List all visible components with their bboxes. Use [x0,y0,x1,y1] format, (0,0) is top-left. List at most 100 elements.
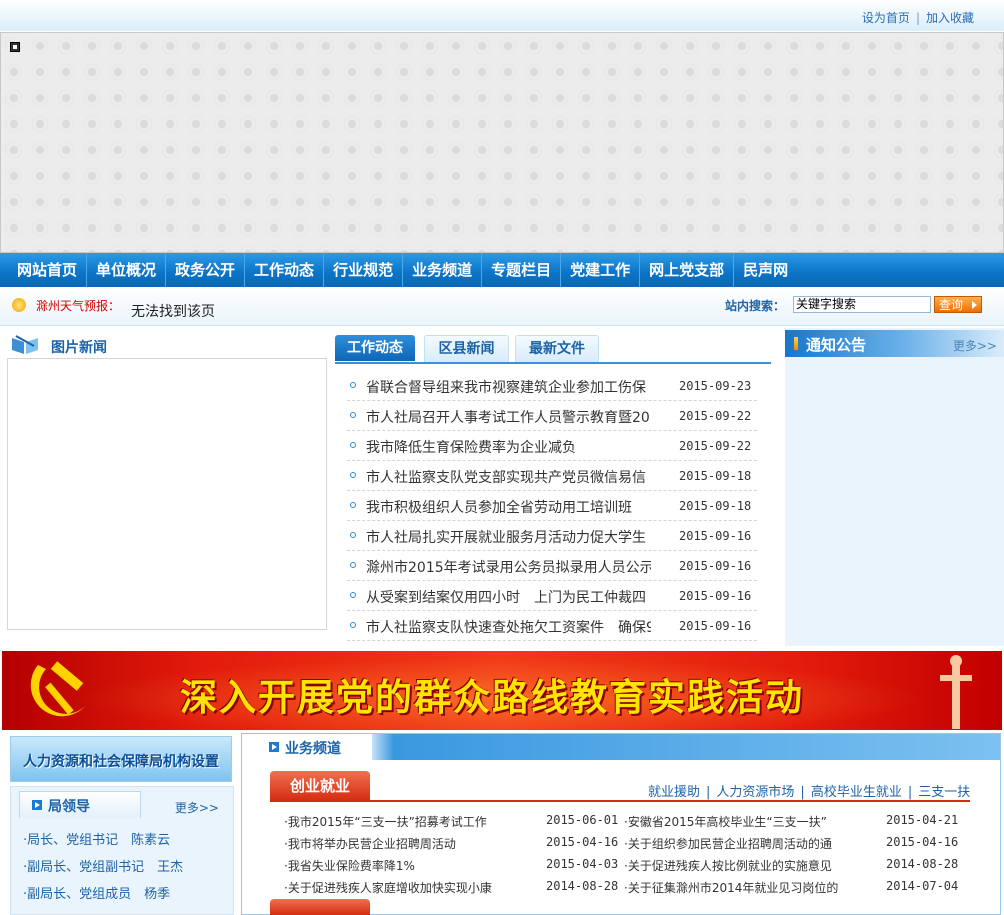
nav-item-industry-rules[interactable]: 行业规范 [324,253,404,287]
news-title[interactable]: 市人社监察支队党支部实现共产党员微信易信 [366,467,651,487]
news-item[interactable]: 市人社局召开人事考试工作人员警示教育暨20 2015-09-22 [347,401,757,431]
separator: | [907,785,913,800]
notice-more-link[interactable]: 更多>> [953,337,997,354]
bullet-icon [350,412,356,418]
news-item[interactable]: 市人社监察支队党支部实现共产党员微信易信 2015-09-18 [347,461,757,491]
graduate-employment-link[interactable]: 高校毕业生就业 [811,785,902,800]
huabiao-pillar-icon [940,655,972,729]
item-title[interactable]: ·关于征集滁州市2014年就业见习岗位的 [624,879,842,896]
news-item[interactable]: 市人社局扎实开展就业服务月活动力促大学生 2015-09-16 [347,521,757,551]
employment-aid-link[interactable]: 就业援助 [648,785,700,800]
hr-market-link[interactable]: 人力资源市场 [716,785,794,800]
nav-item-work-news[interactable]: 工作动态 [245,253,325,287]
hammer-sickle-icon [30,661,86,717]
picture-news-title: 图片新闻 [51,340,107,356]
news-date: 2015-09-22 [679,409,752,423]
item-date: 2014-07-04 [886,879,959,893]
item-title[interactable]: ·我省失业保险费率降1% [284,857,502,874]
nav-item-topics[interactable]: 专题栏目 [482,253,562,287]
news-title[interactable]: 我市降低生育保险费率为企业减负 [366,437,651,457]
nav-item-overview[interactable]: 单位概况 [87,253,167,287]
news-title[interactable]: 市人社局扎实开展就业服务月活动力促大学生 [366,527,651,547]
party-banner[interactable]: 深入开展党的群众路线教育实践活动 [2,651,1002,730]
business-channel-title: 业务频道 [285,741,341,757]
leader-item[interactable]: ·副局长、党组副书记 王杰 [23,856,183,883]
news-title[interactable]: 从受案到结案仅用四小时 上门为民工仲裁四 [366,587,651,607]
news-date: 2015-09-16 [679,589,752,603]
news-item[interactable]: 我市降低生育保险费率为企业减负 2015-09-22 [347,431,757,461]
sun-icon [12,298,26,312]
nav-item-public-voice[interactable]: 民声网 [734,253,797,287]
leaders-list: ·局长、党组书记 陈素云 ·副局长、党组副书记 王杰 ·副局长、党组成员 杨季 [23,829,183,910]
item-title[interactable]: ·关于促进残疾人按比例就业的实施意见 [624,857,842,874]
news-date: 2015-09-16 [679,529,752,543]
search-input[interactable] [793,296,931,313]
weather-label: 滁州天气预报： [36,299,121,313]
leader-item[interactable]: ·副局长、党组成员 杨季 [23,883,183,910]
news-item[interactable]: 我市积极组织人员参加全省劳动用工培训班 2015-09-18 [347,491,757,521]
arrow-square-icon [269,742,279,752]
bullet-icon [350,502,356,508]
tab-work-news[interactable]: 工作动态 [335,335,415,361]
item-title[interactable]: ·我市将举办民营企业招聘周活动 [284,835,502,852]
news-item[interactable]: 滁州市2015年考试录用公务员拟录用人员公示 2015-09-16 [347,551,757,581]
item-title[interactable]: ·我市2015年“三支一扶”招募考试工作 [284,813,502,830]
org-structure-banner[interactable]: 人力资源和社会保障局机构设置 [10,736,232,782]
add-favorite-link[interactable]: 加入收藏 [926,11,974,25]
info-bar: 滁州天气预报： 无法找到该页 站内搜索： 查询 [0,287,1004,326]
tab-county-news[interactable]: 区县新闻 [424,335,509,362]
tab-entrepreneurship-employment[interactable]: 创业就业 [270,771,370,801]
news-title[interactable]: 市人社局召开人事考试工作人员警示教育暨20 [366,407,651,427]
bullet-icon [350,442,356,448]
business-channel-panel: 业务频道 创业就业 就业援助 | 人力资源市场 | 高校毕业生就业 | 三支一扶 ·我市20… [241,733,1001,915]
notice-title: 通知公告 [806,336,867,354]
header-banner [0,32,1004,253]
nav-item-government-affairs[interactable]: 政务公开 [166,253,246,287]
item-date: 2014-08-28 [886,857,959,871]
leaders-more-link[interactable]: 更多>> [175,799,219,816]
news-title[interactable]: 省联合督导组来我市视察建筑企业参加工伤保 [366,377,651,397]
news-item[interactable]: 市人社监察支队快速查处拖欠工资案件 确保9 2015-09-16 [347,611,757,641]
notice-header: 通知公告 更多>> [785,330,1004,357]
nav-item-business[interactable]: 业务频道 [403,253,483,287]
leaders-tab: 局领导 [19,791,141,818]
tab-latest-documents[interactable]: 最新文件 [515,335,599,362]
org-structure-text: 人力资源和社会保障局机构设置 [23,754,219,770]
bullet-icon [350,592,356,598]
search-label: 站内搜索： [725,299,786,313]
nav-item-online-party-branch[interactable]: 网上党支部 [640,253,735,287]
leader-item[interactable]: ·局长、党组书记 陈素云 [23,829,183,856]
tab-underline [270,800,970,802]
main-nav: 网站首页 单位概况 政务公开 工作动态 行业规范 业务频道 专题栏目 党建工作 … [0,253,1004,287]
bullet-icon [350,562,356,568]
bullet-icon [350,472,356,478]
item-date: 2015-04-21 [886,813,959,827]
news-item[interactable]: 省联合督导组来我市视察建筑企业参加工伤保 2015-09-23 [347,371,757,401]
news-item[interactable]: 从受案到结案仅用四小时 上门为民工仲裁四 2015-09-16 [347,581,757,611]
news-title[interactable]: 我市积极组织人员参加全省劳动用工培训班 [366,497,651,517]
item-title[interactable]: ·关于组织参加民营企业招聘周活动的通 [624,835,842,852]
leaders-panel: 局领导 更多>> ·局长、党组书记 陈素云 ·副局长、党组副书记 王杰 ·副局长… [10,786,234,915]
item-date: 2015-06-01 [546,813,619,827]
news-title[interactable]: 市人社监察支队快速查处拖欠工资案件 确保9 [366,617,651,637]
top-links: 设为首页 | 加入收藏 [862,9,974,26]
item-title[interactable]: ·安徽省2015年高校毕业生“三支一扶” [624,813,842,830]
leaders-header: 局领导 更多>> [19,791,223,818]
item-title[interactable]: ·关于促进残疾人家庭增收加快实现小康 [284,879,502,896]
three-supports-link[interactable]: 三支一扶 [918,785,970,800]
set-homepage-link[interactable]: 设为首页 [862,11,910,25]
arrow-square-icon [32,800,42,810]
nav-item-home[interactable]: 网站首页 [0,253,88,287]
item-date: 2015-04-16 [546,835,619,849]
top-bar: 设为首页 | 加入收藏 [0,0,1004,31]
arrow-right-icon [972,301,977,309]
business-channel-header: 业务频道 [242,734,1000,760]
party-banner-text: 深入开展党的群众路线教育实践活动 [180,675,804,719]
news-title[interactable]: 滁州市2015年考试录用公务员拟录用人员公示 [366,557,651,577]
news-tabs: 工作动态 区县新闻 最新文件 [335,335,771,364]
search-button[interactable]: 查询 [934,296,982,313]
notice-bar-icon [794,337,798,350]
news-list: 省联合督导组来我市视察建筑企业参加工伤保 2015-09-23 市人社局召开人事考… [347,371,757,641]
separator: | [800,785,805,800]
nav-item-party-building[interactable]: 党建工作 [561,253,641,287]
